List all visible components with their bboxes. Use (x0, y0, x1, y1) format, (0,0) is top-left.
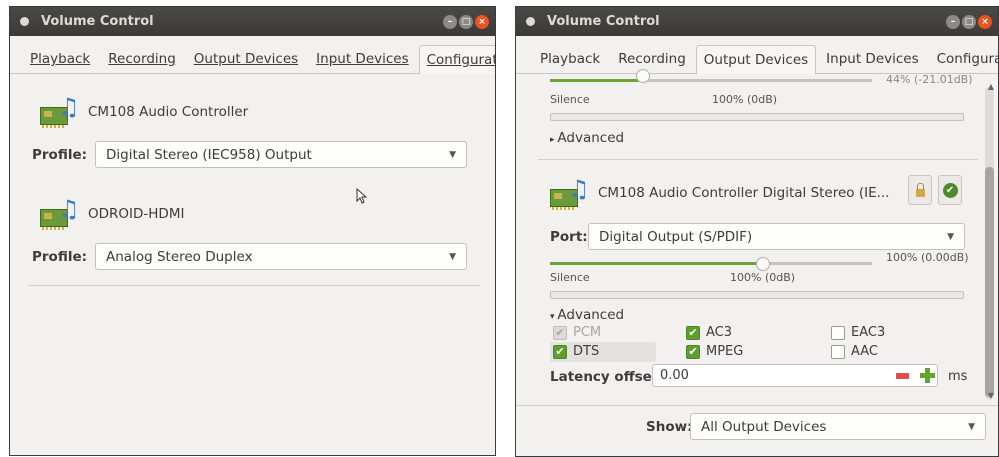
peak-meter (550, 113, 964, 121)
latency-unit: ms (948, 369, 968, 384)
tab-input-devices[interactable]: Input Devices (308, 44, 416, 73)
device-name: CM108 Audio Controller (88, 104, 249, 120)
decrease-latency-button[interactable] (896, 373, 909, 379)
tab-recording[interactable]: Recording (100, 44, 184, 73)
volume-readout: 100% (0.00dB) (886, 251, 969, 264)
maximize-icon[interactable]: □ (459, 14, 473, 29)
device-card-cm108: ♫ CM108 Audio Controller (40, 95, 248, 129)
hundred-percent-mark: 100% (0dB) (712, 93, 778, 106)
device-name: CM108 Audio Controller Digital Stereo (I… (598, 185, 890, 201)
port-select[interactable]: Digital Output (S/PDIF) ▼ (588, 223, 965, 250)
minimize-icon[interactable]: – (946, 14, 960, 29)
format-aac-checkbox[interactable]: AAC (831, 344, 878, 359)
tab-bar: Playback Recording Output Devices Input … (10, 36, 495, 74)
increase-latency-button[interactable] (920, 368, 935, 383)
sound-card-icon: ♫ (550, 177, 590, 211)
volume-slider[interactable] (550, 69, 872, 83)
close-icon[interactable]: × (978, 14, 992, 29)
device-card-odroid: ♫ ODROID-HDMI (40, 197, 184, 231)
checkbox-check-icon: ✔ (553, 344, 567, 359)
silence-mark: Silence (550, 93, 590, 106)
dropdown-arrow-icon: ▼ (449, 149, 457, 160)
format-dts-checkbox[interactable]: ✔ DTS (553, 344, 599, 359)
profile-select[interactable]: Digital Stereo (IEC958) Output ▼ (95, 141, 468, 168)
divider (28, 285, 480, 286)
advanced-expander[interactable]: ▾ Advanced (550, 307, 624, 323)
format-mpeg-checkbox[interactable]: ✔ MPEG (686, 344, 743, 359)
tab-output-devices[interactable]: Output Devices (186, 44, 306, 73)
mouse-pointer-icon (356, 187, 368, 204)
window-menu-icon[interactable] (20, 17, 29, 26)
check-icon: ✔ (942, 182, 958, 198)
maximize-icon[interactable]: □ (962, 14, 976, 29)
divider (538, 159, 978, 160)
volume-readout: 44% (-21.01dB) (886, 73, 973, 86)
window-title: Volume Control (41, 14, 154, 29)
tab-recording[interactable]: Recording (610, 44, 694, 73)
window-gap (500, 6, 512, 457)
scrollbar-thumb[interactable] (985, 167, 994, 397)
volume-control-window-left: Volume Control – □ × Playback Recording … (9, 6, 496, 456)
hundred-percent-mark: 100% (0dB) (730, 271, 796, 284)
scroll-down-icon[interactable]: ▼ (988, 391, 994, 400)
profile-row: Profile: Digital Stereo (IEC958) Output … (32, 141, 468, 168)
set-default-button[interactable]: ✔ (938, 175, 962, 205)
slider-knob[interactable] (756, 257, 770, 271)
title-bar[interactable]: Volume Control – □ × (516, 7, 998, 36)
dropdown-arrow-icon: ▼ (968, 421, 975, 432)
slider-knob[interactable] (636, 69, 650, 83)
format-pcm-checkbox: ✔ PCM (553, 325, 601, 340)
lock-channels-button[interactable] (908, 175, 932, 205)
divider (516, 405, 998, 406)
tab-playback[interactable]: Playback (532, 44, 608, 73)
port-label: Port: (550, 229, 588, 245)
sound-card-icon: ♫ (40, 197, 80, 231)
checkbox-empty-icon (831, 325, 845, 340)
tab-configuration[interactable]: Configuration (418, 45, 495, 74)
silence-mark: Silence (550, 271, 590, 284)
close-icon[interactable]: × (475, 14, 489, 29)
profile-row: Profile: Analog Stereo Duplex ▼ (32, 243, 468, 270)
tab-bar: Playback Recording Output Devices Input … (516, 36, 998, 74)
advanced-expander[interactable]: ▸ Advanced (550, 130, 624, 146)
tab-output-devices[interactable]: Output Devices (695, 45, 817, 74)
checkbox-empty-icon (831, 344, 845, 359)
dropdown-arrow-icon: ▼ (947, 231, 954, 242)
tab-configuration[interactable]: Configuration (929, 44, 998, 73)
lock-icon (915, 182, 925, 197)
minimize-icon[interactable]: – (443, 14, 457, 29)
tab-input-devices[interactable]: Input Devices (818, 44, 926, 73)
profile-label: Profile: (32, 248, 88, 265)
title-bar[interactable]: Volume Control – □ × (10, 7, 495, 36)
window-title: Volume Control (547, 14, 660, 29)
scroll-up-icon[interactable]: ▲ (988, 82, 994, 91)
peak-meter (550, 291, 964, 299)
show-label: Show: (646, 419, 693, 435)
latency-offset-label: Latency offset: (550, 369, 664, 385)
volume-control-window-right: Volume Control – □ × Playback Recording … (515, 6, 999, 457)
checkbox-check-icon: ✔ (686, 344, 700, 359)
tab-playback[interactable]: Playback (22, 44, 98, 73)
sound-card-icon: ♫ (40, 95, 80, 129)
format-eac3-checkbox[interactable]: EAC3 (831, 325, 885, 340)
profile-label: Profile: (32, 146, 88, 163)
dropdown-arrow-icon: ▼ (449, 251, 457, 262)
show-filter-select[interactable]: All Output Devices ▼ (690, 413, 986, 440)
device-name: ODROID-HDMI (88, 206, 185, 222)
checkbox-check-icon: ✔ (553, 325, 567, 340)
window-menu-icon[interactable] (526, 17, 535, 26)
checkbox-check-icon: ✔ (686, 325, 700, 340)
format-ac3-checkbox[interactable]: ✔ AC3 (686, 325, 732, 340)
volume-slider[interactable] (550, 257, 872, 271)
profile-select[interactable]: Analog Stereo Duplex ▼ (95, 243, 468, 270)
